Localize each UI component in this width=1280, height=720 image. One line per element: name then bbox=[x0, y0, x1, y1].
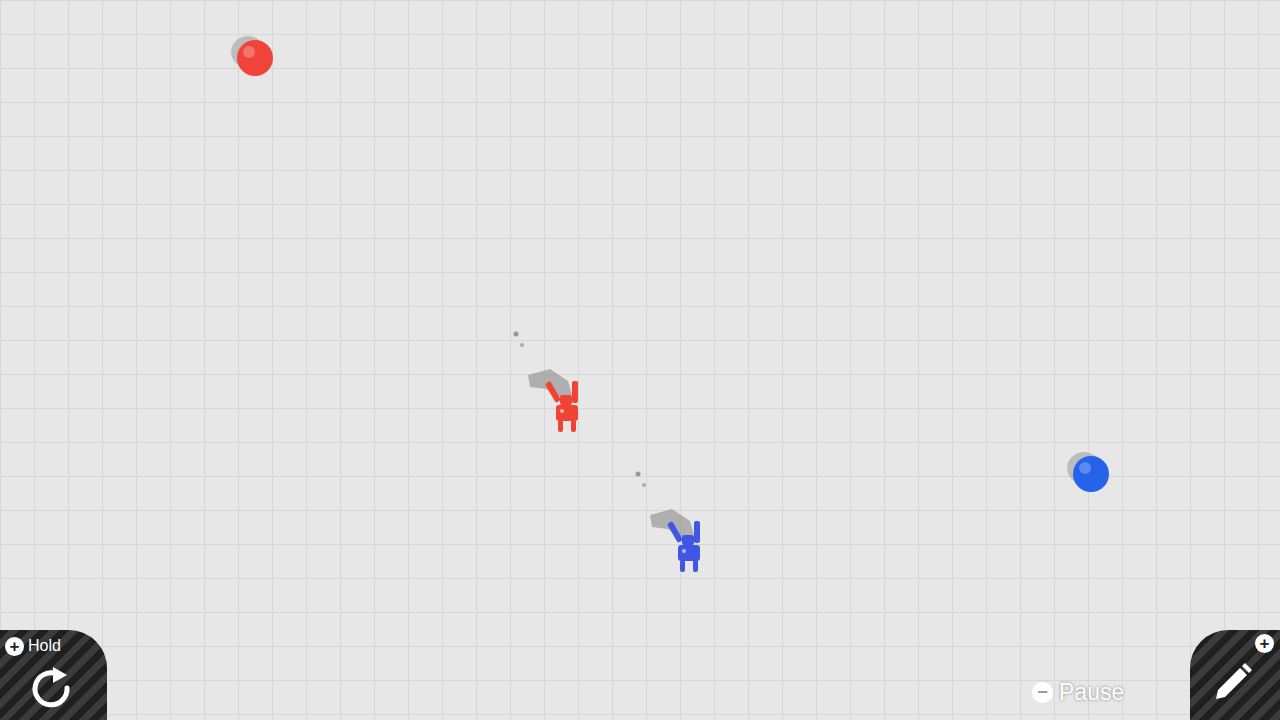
ball-figure bbox=[1064, 450, 1128, 514]
ball bbox=[228, 34, 292, 98]
plus-key-icon: + bbox=[1255, 634, 1274, 653]
rotate-icon bbox=[27, 666, 77, 714]
robot bbox=[510, 325, 620, 445]
robot bbox=[632, 465, 742, 585]
robot-figure bbox=[632, 465, 742, 585]
ball bbox=[1064, 450, 1128, 514]
robot-figure bbox=[510, 325, 620, 445]
game-canvas: + Hold + − Pause bbox=[0, 0, 1280, 720]
pause-hint[interactable]: − Pause bbox=[1032, 678, 1124, 706]
plus-key-icon: + bbox=[5, 637, 24, 656]
hold-tab[interactable]: + Hold bbox=[0, 630, 107, 720]
ball-figure bbox=[228, 34, 292, 98]
minus-key-icon: − bbox=[1032, 682, 1053, 703]
edit-tab[interactable]: + bbox=[1190, 630, 1280, 720]
pause-label: Pause bbox=[1059, 678, 1124, 706]
hold-label: Hold bbox=[28, 636, 61, 656]
pencil-icon bbox=[1210, 658, 1256, 704]
